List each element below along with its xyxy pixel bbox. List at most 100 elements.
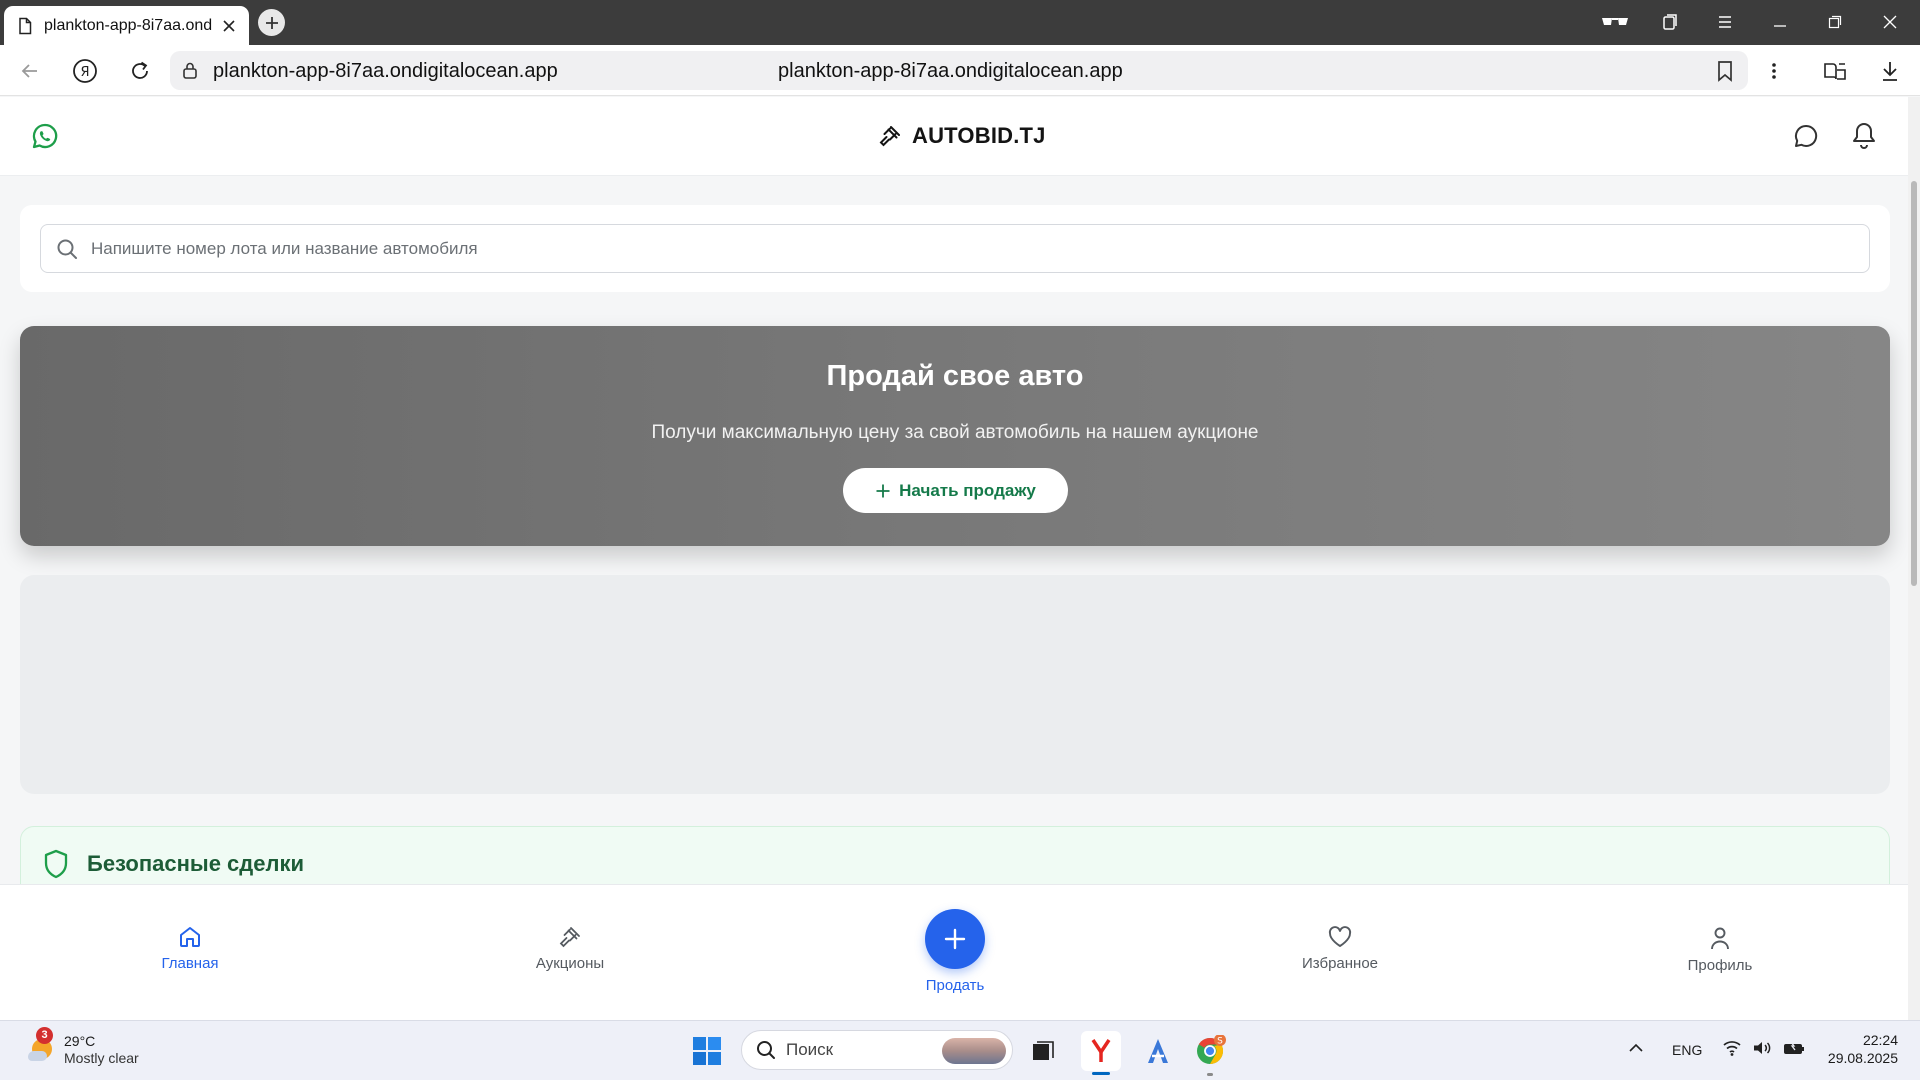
reload-button[interactable]	[124, 55, 156, 87]
close-icon	[1883, 15, 1897, 29]
whatsapp-button[interactable]	[31, 122, 59, 150]
reading-list-icon	[1824, 63, 1846, 80]
scrollbar-thumb[interactable]	[1911, 181, 1917, 586]
arrow-left-icon	[21, 64, 37, 78]
taskbar-search-label: Поиск	[786, 1040, 834, 1059]
glasses-icon	[1602, 18, 1628, 25]
page-scrollbar[interactable]	[1908, 97, 1920, 1020]
nav-auctions-label: Аукционы	[535, 955, 605, 972]
search-icon	[57, 239, 77, 259]
brand-logo[interactable]: AUTOBID.TJ	[878, 123, 1046, 149]
nav-home[interactable]: Главная	[110, 925, 270, 972]
weather-icon: 3	[22, 1027, 58, 1067]
yandex-browser-icon	[1091, 1039, 1111, 1062]
taskbar: 3 29°C Mostly clear Поиск S ENG 22:24 29…	[0, 1020, 1920, 1080]
svg-text:Я: Я	[80, 65, 89, 80]
yandex-logo-icon: Я	[73, 59, 97, 83]
running-app-indicator	[1207, 1073, 1213, 1076]
shield-icon	[44, 849, 68, 879]
yandex-button[interactable]: Я	[69, 55, 101, 87]
minimize-button[interactable]	[1760, 6, 1800, 38]
search-card	[20, 205, 1890, 292]
reading-list-button[interactable]	[1819, 55, 1851, 87]
weather-widget[interactable]: 3 29°C Mostly clear	[22, 1027, 139, 1067]
search-input[interactable]	[91, 225, 1851, 272]
messages-button[interactable]	[1793, 123, 1819, 149]
weather-temperature: 29°C	[64, 1032, 96, 1049]
minimize-icon	[1774, 25, 1786, 27]
nav-sell-label: Продать	[925, 977, 985, 994]
notifications-button[interactable]	[1850, 121, 1878, 151]
clock-time: 22:24	[1862, 1032, 1898, 1048]
windows-logo-icon	[693, 1037, 721, 1065]
chrome-app[interactable]: S	[1190, 1031, 1230, 1071]
start-button[interactable]	[692, 1036, 722, 1066]
brand-name: AUTOBID.TJ	[912, 123, 1046, 148]
back-button[interactable]	[14, 55, 46, 87]
system-clock[interactable]: 22:24 29.08.2025	[1818, 1032, 1898, 1066]
heart-icon	[1328, 926, 1352, 947]
system-tray[interactable]	[1722, 1039, 1806, 1057]
plus-icon	[944, 928, 966, 950]
show-hidden-icons-button[interactable]	[1628, 1041, 1644, 1055]
bottom-navigation: Главная Аукционы Продать Избранное Профи…	[0, 884, 1908, 1020]
chrome-profile-badge: S	[1217, 1037, 1223, 1047]
chat-bubble-icon	[1794, 124, 1818, 147]
banner-title: Продай свое авто	[826, 360, 1084, 392]
nav-sell[interactable]: Продать	[900, 909, 1010, 994]
url-text: plankton-app-8i7aa.ondigitalocean.app	[213, 60, 558, 82]
banner-subtitle: Получи максимальную цену за свой автомоб…	[651, 422, 1259, 443]
nav-profile[interactable]: Профиль	[1640, 925, 1800, 974]
search-box[interactable]	[40, 224, 1870, 273]
weather-badge: 3	[36, 1027, 53, 1044]
kebab-menu-icon	[1772, 63, 1776, 79]
new-tab-button[interactable]	[258, 9, 285, 36]
address-bar: Я plankton-app-8i7aa.ondigitalocean.app …	[0, 45, 1920, 96]
whatsapp-icon	[32, 123, 58, 149]
browser-tabbar: plankton-app-8i7aa.ond	[0, 0, 1920, 45]
reload-icon	[132, 61, 148, 79]
search-icon	[757, 1041, 775, 1059]
reader-mode-button[interactable]	[1595, 6, 1635, 38]
url-field[interactable]: plankton-app-8i7aa.ondigitalocean.app pl…	[170, 51, 1748, 90]
language-indicator[interactable]: ENG	[1672, 1042, 1702, 1058]
task-view-button[interactable]	[1023, 1031, 1063, 1071]
search-highlight-image	[942, 1038, 1006, 1064]
tab-close-icon[interactable]	[221, 18, 237, 34]
bookmark-icon[interactable]	[1716, 60, 1734, 82]
menu-button[interactable]	[1705, 6, 1745, 38]
page-domain-title: plankton-app-8i7aa.ondigitalocean.app	[778, 60, 1123, 82]
translate-icon	[1148, 1039, 1168, 1063]
chrome-icon: S	[1197, 1035, 1226, 1065]
document-icon	[19, 17, 32, 34]
nav-favorites[interactable]: Избранное	[1260, 925, 1420, 972]
clock-date: 29.08.2025	[1827, 1050, 1898, 1066]
gavel-icon	[879, 126, 900, 147]
restore-button[interactable]	[1815, 6, 1855, 38]
translator-app[interactable]	[1138, 1031, 1178, 1071]
sell-fab-button[interactable]	[925, 909, 985, 969]
downloads-button[interactable]	[1874, 55, 1906, 87]
collections-button[interactable]	[1650, 6, 1690, 38]
nav-auctions[interactable]: Аукционы	[490, 925, 650, 972]
yandex-browser-app[interactable]	[1081, 1031, 1121, 1071]
home-icon	[180, 927, 200, 947]
close-window-button[interactable]	[1870, 6, 1910, 38]
task-view-icon	[1033, 1041, 1054, 1060]
restore-icon	[1828, 15, 1842, 29]
start-selling-button[interactable]: Начать продажу	[843, 468, 1068, 513]
taskbar-search[interactable]: Поиск	[741, 1030, 1013, 1070]
bell-icon	[1853, 123, 1875, 149]
active-app-indicator	[1092, 1072, 1110, 1075]
download-icon	[1883, 62, 1897, 81]
page-viewport: AUTOBID.TJ Продай свое авто Получи макси…	[0, 97, 1920, 1020]
browser-tab[interactable]: plankton-app-8i7aa.ond	[4, 6, 249, 45]
sell-car-banner: Продай свое авто Получи максимальную цен…	[20, 326, 1890, 546]
plus-icon	[876, 484, 890, 497]
lock-icon[interactable]	[182, 61, 198, 79]
safe-deals-title: Безопасные сделки	[87, 851, 305, 876]
nav-home-label: Главная	[161, 955, 219, 972]
wifi-icon	[1723, 1041, 1741, 1056]
app-header: AUTOBID.TJ	[0, 97, 1908, 176]
more-options-button[interactable]	[1758, 55, 1790, 87]
